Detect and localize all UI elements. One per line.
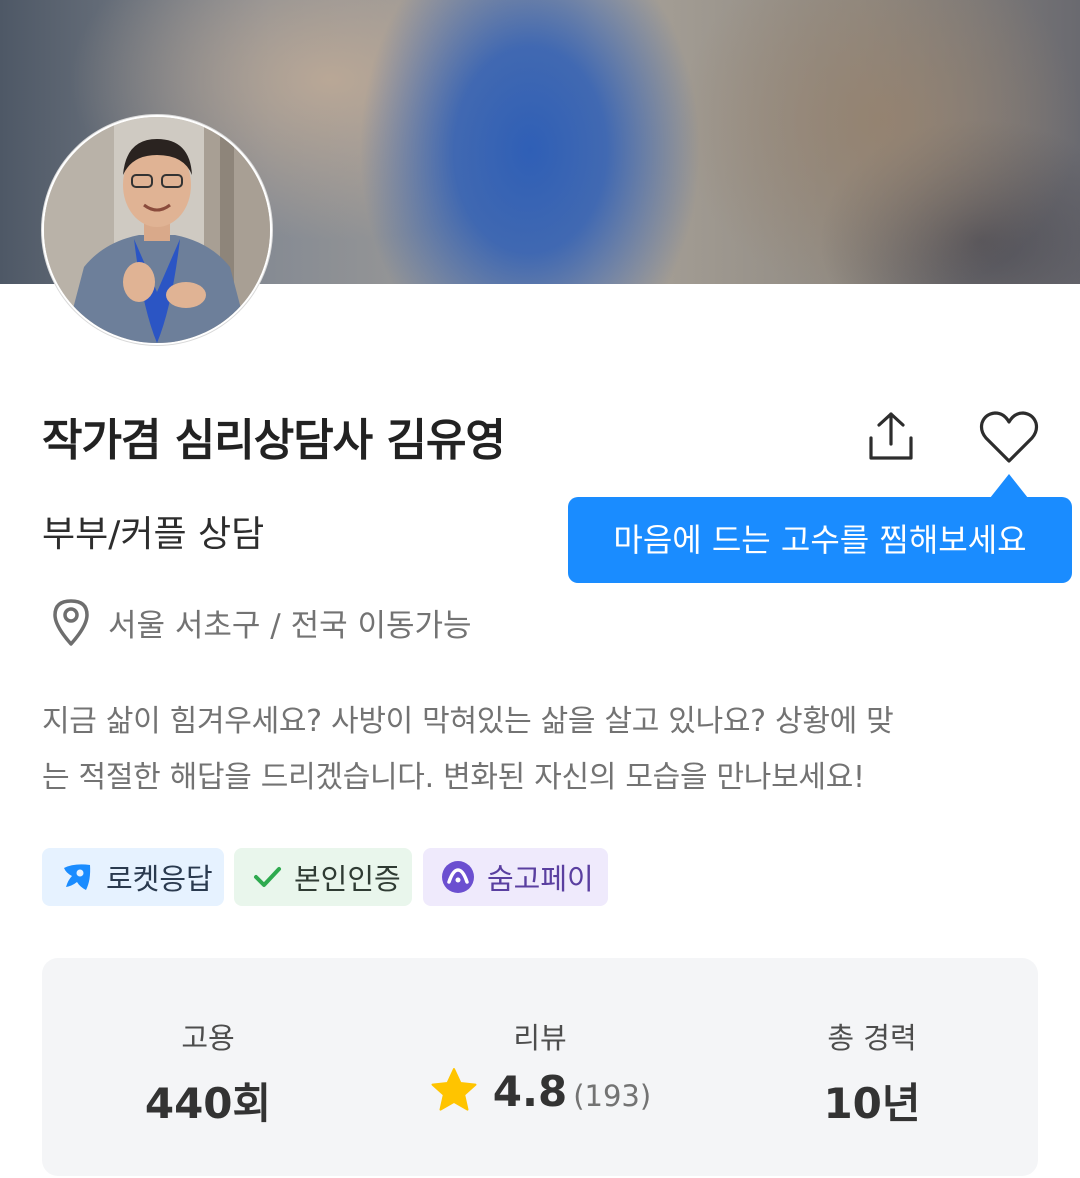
review-count: (193) xyxy=(573,1079,652,1113)
stat-hires: 고용 440회 xyxy=(42,958,374,1176)
badge-label: 숨고페이 xyxy=(487,862,594,896)
review-score: 4.8 xyxy=(492,1066,568,1116)
badge-rocket-response[interactable]: 로켓응답 xyxy=(42,848,224,906)
stat-career: 총 경력 10년 xyxy=(706,958,1038,1176)
share-icon xyxy=(869,412,913,460)
favorite-tooltip[interactable]: 마음에 드는 고수를 찜해보세요 xyxy=(568,497,1072,583)
description-line: 지금 삶이 힘겨우세요? 사방이 막혀있는 삶을 살고 있나요? 상황에 맞 xyxy=(42,704,894,739)
stat-reviews[interactable]: 리뷰 4.8 (193) xyxy=(374,958,706,1176)
share-button[interactable] xyxy=(862,408,920,466)
badge-soomgo-pay[interactable]: 숨고페이 xyxy=(423,848,608,906)
stat-reviews-row: 4.8 (193) xyxy=(374,1066,706,1116)
stat-hires-value: 440회 xyxy=(144,1079,272,1128)
expert-name: 작가겸 심리상담사 김유영 xyxy=(42,415,506,466)
service-category: 부부/커플 상담 xyxy=(42,514,265,555)
soomgo-pay-icon xyxy=(442,861,474,893)
stats-panel: 고용 440회 리뷰 4.8 (193) 총 경력 10년 xyxy=(42,958,1038,1176)
stat-career-label: 총 경력 xyxy=(827,1021,917,1055)
heart-icon xyxy=(979,411,1039,463)
badge-label: 본인인증 xyxy=(294,862,401,896)
star-icon xyxy=(431,1068,477,1111)
location-pin-icon xyxy=(53,599,89,646)
favorite-button[interactable] xyxy=(978,410,1040,466)
avatar[interactable] xyxy=(42,115,272,345)
description-line: 는 적절한 해답을 드리겠습니다. 변화된 자신의 모습을 만나보세요! xyxy=(42,760,865,795)
stat-career-value: 10년 xyxy=(823,1079,921,1128)
check-icon xyxy=(254,867,281,887)
rocket-icon xyxy=(64,864,91,890)
avatar-photo xyxy=(44,117,270,343)
tooltip-arrow xyxy=(990,474,1028,498)
location-text: 서울 서초구 / 전국 이동가능 xyxy=(108,608,472,644)
expert-description: 지금 삶이 힘겨우세요? 사방이 막혀있는 삶을 살고 있나요? 상황에 맞 는… xyxy=(42,694,1042,806)
stat-reviews-label: 리뷰 xyxy=(513,1021,567,1055)
badge-identity-verified[interactable]: 본인인증 xyxy=(234,848,412,906)
stat-hires-label: 고용 xyxy=(181,1021,235,1055)
badge-label: 로켓응답 xyxy=(106,862,213,896)
